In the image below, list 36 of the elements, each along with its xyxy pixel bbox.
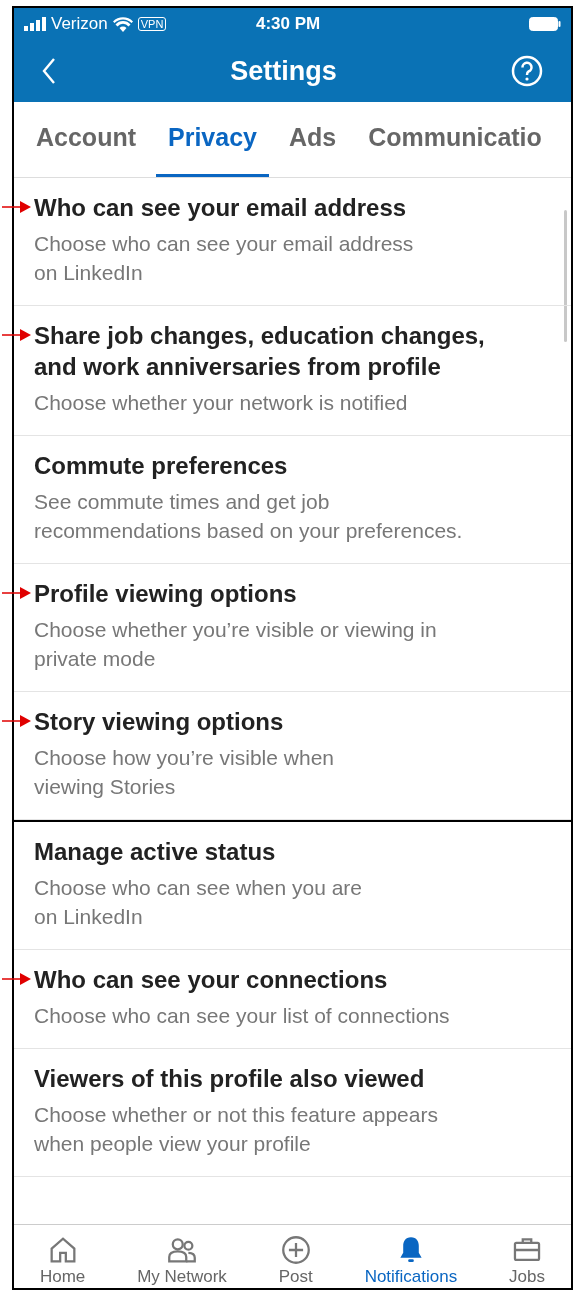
clock: 4:30 PM	[256, 13, 321, 36]
setting-title[interactable]: Commute preferences	[34, 450, 555, 481]
setting-description: See commute times and get job recommendations based on your preferences.	[34, 489, 464, 544]
help-button[interactable]	[511, 55, 543, 87]
wifi-icon	[112, 16, 133, 32]
back-button[interactable]	[42, 57, 56, 85]
help-icon	[511, 55, 543, 87]
chevron-left-icon	[42, 57, 56, 85]
nav-tab[interactable]: My Network	[137, 1233, 227, 1287]
header-title: Settings	[230, 54, 337, 88]
setting-description: Choose whether or not this feature appears when people view your profile	[34, 1102, 439, 1157]
tab[interactable]: Ads	[276, 102, 349, 177]
nav-tab[interactable]: Notifications	[364, 1233, 458, 1287]
setting-title[interactable]: Profile viewing options	[34, 578, 555, 609]
setting-title[interactable]: Manage active status	[34, 836, 555, 867]
setting-description: Choose whether you’re visible or viewing in private mode	[34, 617, 438, 672]
setting-title[interactable]: Who can see your email address	[34, 192, 555, 223]
signal-icon	[24, 17, 46, 31]
setting-title[interactable]: Share job changes, education changes, and work anniversaries from profile	[34, 320, 555, 382]
nav-tab[interactable]: Home	[39, 1233, 86, 1287]
setting-description: Choose who can see when you are on LinkedIn	[34, 875, 364, 930]
tab[interactable]: Account	[24, 102, 148, 177]
tab[interactable]: Privacy	[156, 102, 269, 177]
battery-icon	[529, 17, 561, 31]
nav-tab[interactable]: Post	[278, 1233, 313, 1287]
vpn-badge: VPN	[137, 17, 167, 31]
setting-description: Choose whether your network is notified	[34, 390, 409, 416]
setting-title[interactable]: Who can see your connections	[34, 964, 555, 995]
setting-title[interactable]: Viewers of this profile also viewed	[34, 1063, 555, 1094]
setting-description: Choose how you’re visible when viewing Stories	[34, 745, 335, 800]
setting-title[interactable]: Story viewing options	[34, 706, 555, 737]
carrier: Verizon	[51, 13, 108, 36]
nav-tab[interactable]: Jobs	[509, 1233, 545, 1287]
setting-description: Choose who can see your list of connections	[34, 1003, 451, 1029]
setting-description: Choose who can see your email address on LinkedIn	[34, 231, 415, 286]
tab[interactable]: Communicatio	[356, 102, 554, 177]
